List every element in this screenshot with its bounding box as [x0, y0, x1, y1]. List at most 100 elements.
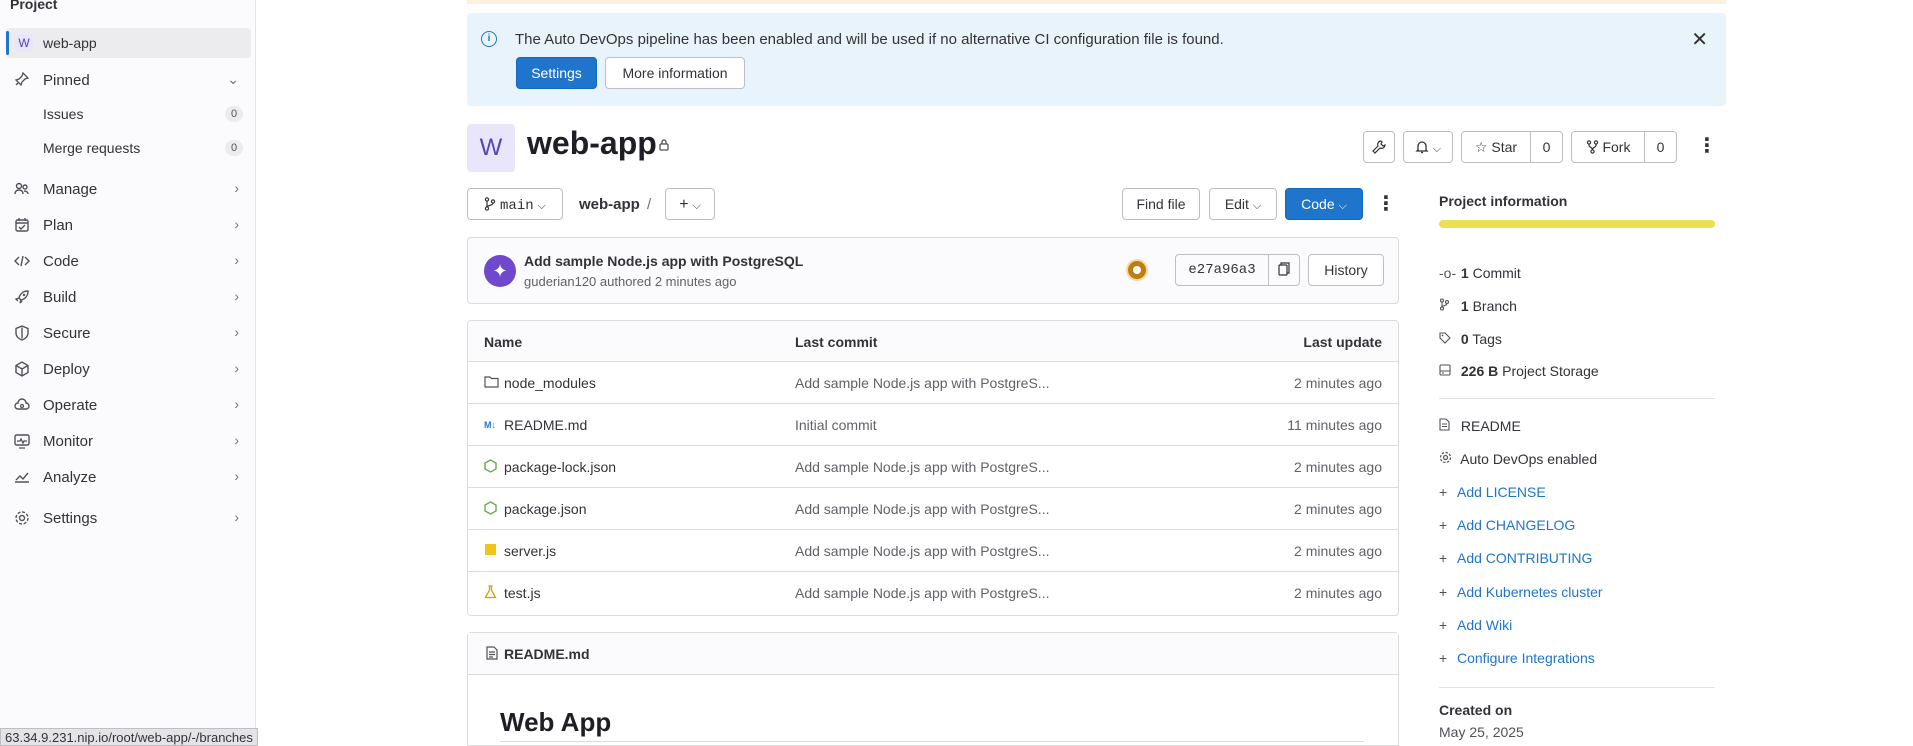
rocket-icon: [14, 289, 30, 305]
repo-more-icon[interactable]: ⋮: [1376, 191, 1396, 217]
plus-icon: +: [1439, 484, 1448, 500]
autodevops-alert: i The Auto DevOps pipeline has been enab…: [467, 13, 1726, 106]
sidebar-item-merge-requests[interactable]: Merge requests 0: [6, 133, 251, 163]
close-icon[interactable]: ✕: [1691, 27, 1708, 52]
file-name[interactable]: package.json: [504, 501, 587, 517]
fork-button[interactable]: Fork: [1571, 131, 1645, 163]
readme-filename[interactable]: README.md: [504, 646, 590, 662]
sidebar-item-secure[interactable]: Secure ›: [6, 317, 251, 349]
link-label: Add LICENSE: [1457, 484, 1546, 500]
sidebar-item-manage[interactable]: Manage ›: [6, 173, 251, 205]
notifications-dropdown[interactable]: ⌵: [1403, 131, 1453, 163]
table-row[interactable]: M↓ README.md Initial commit 11 minutes a…: [468, 404, 1398, 446]
sidebar-item-operate[interactable]: Operate ›: [6, 389, 251, 421]
branches-link[interactable]: 1 Branch: [1439, 298, 1517, 314]
plus-icon: +: [1439, 650, 1448, 666]
storage-label: Project Storage: [1502, 363, 1599, 379]
deploy-icon: [14, 361, 30, 377]
file-commit[interactable]: Add sample Node.js app with PostgreS...: [795, 543, 1049, 559]
sidebar-item-analyze[interactable]: Analyze ›: [6, 461, 251, 493]
sidebar-item-label: Issues: [43, 106, 84, 122]
gear-icon: [14, 510, 30, 526]
table-row[interactable]: node_modules Add sample Node.js app with…: [468, 362, 1398, 404]
add-file-dropdown[interactable]: + ⌵: [665, 188, 715, 220]
table-row[interactable]: test.js Add sample Node.js app with Post…: [468, 572, 1398, 614]
file-name[interactable]: package-lock.json: [504, 459, 616, 475]
created-label: Created on: [1439, 702, 1513, 718]
browser-status-url: 63.34.9.231.nip.io/root/web-app/-/branch…: [0, 728, 258, 746]
sidebar-item-label: Deploy: [43, 361, 90, 378]
tags-link[interactable]: 0 Tags: [1439, 331, 1502, 347]
table-row[interactable]: server.js Add sample Node.js app with Po…: [468, 530, 1398, 572]
planning-icon: [14, 217, 30, 233]
add-license-link[interactable]: + Add LICENSE: [1439, 484, 1546, 500]
file-name[interactable]: README.md: [504, 417, 587, 433]
table-row[interactable]: package.json Add sample Node.js app with…: [468, 488, 1398, 530]
sidebar-item-deploy[interactable]: Deploy ›: [6, 353, 251, 385]
sidebar-item-label: Operate: [43, 397, 98, 414]
file-commit[interactable]: Add sample Node.js app with PostgreS...: [795, 459, 1049, 475]
storage-link[interactable]: 226 B Project Storage: [1439, 363, 1599, 379]
table-row[interactable]: package-lock.json Add sample Node.js app…: [468, 446, 1398, 488]
history-button[interactable]: History: [1308, 254, 1384, 286]
tags-count: 0: [1460, 331, 1469, 347]
readme-link[interactable]: README: [1439, 418, 1521, 434]
sidebar-item-monitor[interactable]: Monitor ›: [6, 425, 251, 457]
add-kubernetes-link[interactable]: + Add Kubernetes cluster: [1439, 584, 1603, 600]
sidebar-project-link[interactable]: W web-app: [6, 28, 251, 58]
fork-count[interactable]: 0: [1644, 131, 1677, 163]
autodevops-link[interactable]: Auto DevOps enabled: [1439, 451, 1597, 467]
sidebar-item-plan[interactable]: Plan ›: [6, 209, 251, 241]
sidebar-item-settings[interactable]: Settings ›: [6, 502, 251, 534]
link-label: Add Wiki: [1457, 617, 1513, 633]
add-changelog-link[interactable]: + Add CHANGELOG: [1439, 517, 1575, 533]
code-dropdown[interactable]: Code ⌵: [1285, 188, 1363, 220]
autodevops-label: Auto DevOps enabled: [1460, 451, 1598, 467]
branch-selector[interactable]: main ⌵: [467, 188, 563, 220]
branches-label: Branch: [1472, 298, 1517, 314]
divider: [1439, 398, 1715, 399]
commit-sha[interactable]: e27a96a3: [1175, 254, 1269, 286]
chevron-right-icon: ›: [234, 216, 239, 232]
tags-label: Tags: [1472, 331, 1502, 347]
chart-icon: [14, 469, 30, 485]
sidebar-item-code[interactable]: Code ›: [6, 245, 251, 277]
sidebar-item-build[interactable]: Build ›: [6, 281, 251, 313]
star-count[interactable]: 0: [1530, 131, 1563, 163]
language-bar: [1439, 220, 1715, 228]
file-commit[interactable]: Initial commit: [795, 417, 877, 433]
chevron-right-icon: ›: [234, 509, 239, 525]
commits-link[interactable]: -o- 1 Commit: [1439, 265, 1521, 281]
add-contributing-link[interactable]: + Add CONTRIBUTING: [1439, 550, 1592, 566]
configure-integrations-link[interactable]: + Configure Integrations: [1439, 650, 1595, 666]
link-label: Configure Integrations: [1457, 650, 1595, 666]
project-avatar: W: [467, 124, 515, 172]
sidebar-item-issues[interactable]: Issues 0: [6, 99, 251, 129]
star-button[interactable]: ☆ Star: [1461, 131, 1531, 163]
file-name[interactable]: node_modules: [504, 375, 596, 391]
more-actions-icon[interactable]: ⋮: [1697, 133, 1717, 159]
file-commit[interactable]: Add sample Node.js app with PostgreS...: [795, 585, 1049, 601]
more-information-button[interactable]: More information: [605, 57, 745, 89]
file-name[interactable]: test.js: [504, 585, 541, 601]
breadcrumb-root[interactable]: web-app: [579, 196, 640, 213]
code-icon: [14, 253, 30, 269]
pipeline-status-icon[interactable]: [1126, 259, 1148, 281]
count-badge: 0: [225, 106, 243, 122]
sidebar-pinned-toggle[interactable]: Pinned ⌄: [6, 64, 251, 96]
monitor-icon: [14, 433, 30, 449]
file-commit[interactable]: Add sample Node.js app with PostgreS...: [795, 501, 1049, 517]
plus-icon: +: [679, 196, 689, 213]
add-wiki-link[interactable]: + Add Wiki: [1439, 617, 1512, 633]
commit-title[interactable]: Add sample Node.js app with PostgreSQL: [524, 253, 803, 269]
admin-wrench-button[interactable]: [1363, 131, 1395, 163]
find-file-button[interactable]: Find file: [1122, 188, 1200, 220]
alert-settings-button[interactable]: Settings: [516, 57, 597, 89]
copy-icon[interactable]: [1268, 254, 1300, 286]
sidebar-project-name: web-app: [43, 35, 97, 51]
chevron-down-icon: ⌄: [227, 71, 239, 87]
file-commit[interactable]: Add sample Node.js app with PostgreS...: [795, 375, 1049, 391]
readme-label: README: [1460, 418, 1521, 434]
edit-dropdown[interactable]: Edit ⌵: [1209, 188, 1277, 220]
file-name[interactable]: server.js: [504, 543, 556, 559]
